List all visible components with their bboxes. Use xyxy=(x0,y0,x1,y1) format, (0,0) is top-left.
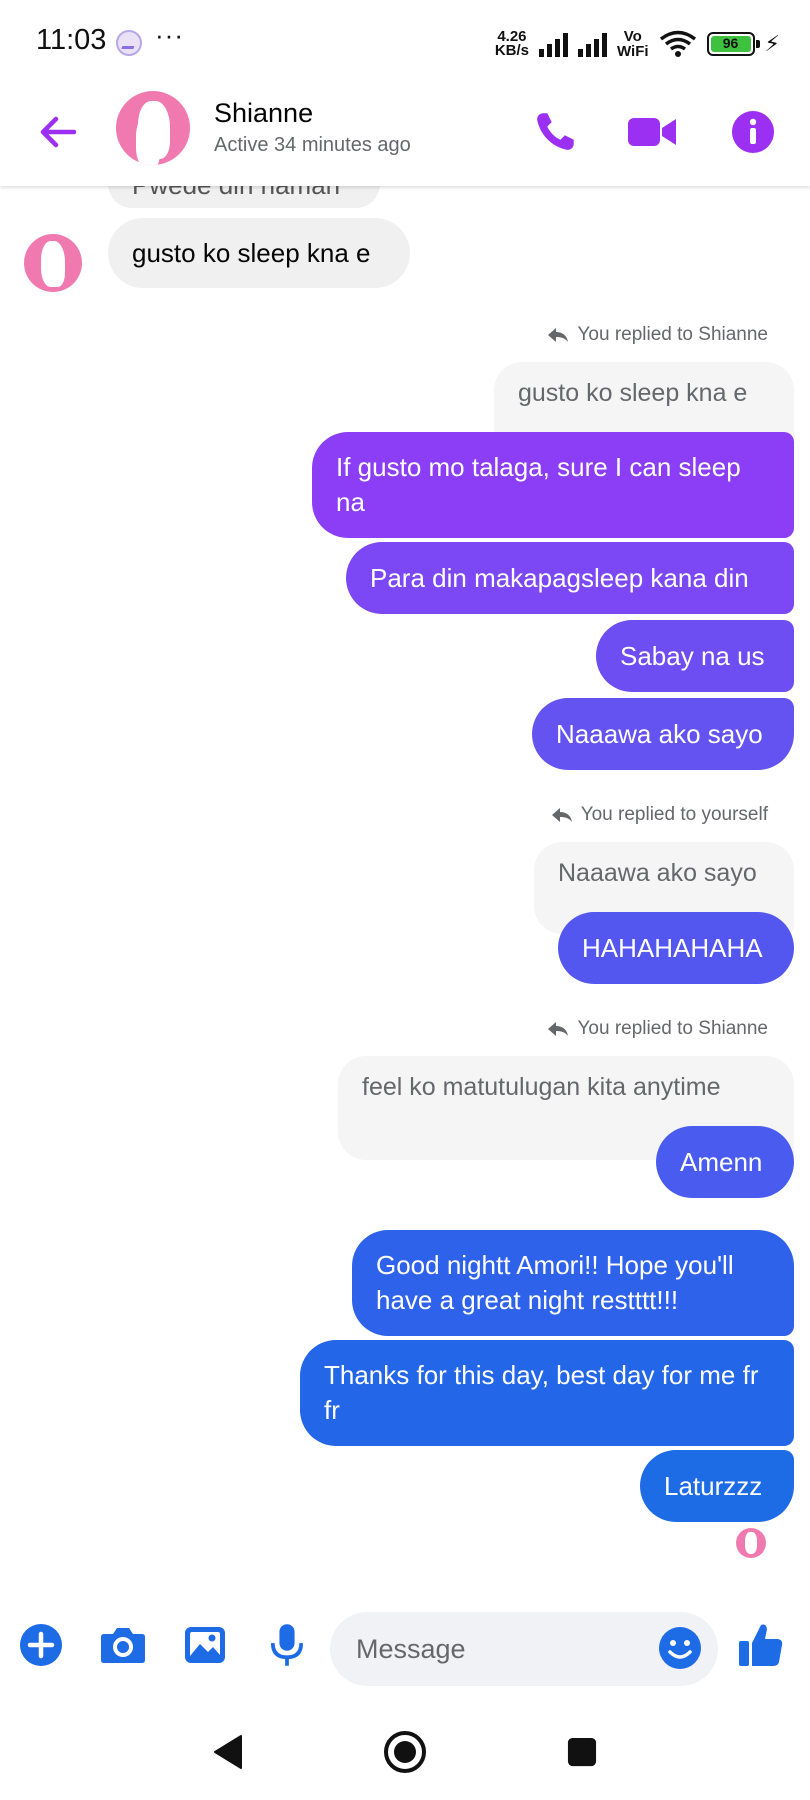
add-button[interactable] xyxy=(16,1620,66,1670)
nav-back-button[interactable] xyxy=(200,1724,256,1780)
camera-icon xyxy=(101,1628,145,1663)
reply-arrow-icon xyxy=(548,328,569,342)
status-indicators: 4.26 KB/s Vo WiFi 96 ⚡ xyxy=(495,24,780,64)
message-incoming-partial[interactable]: Pwede din naman xyxy=(108,186,380,208)
reply-indicator: You replied to yourself xyxy=(551,804,768,826)
like-button[interactable] xyxy=(736,1620,786,1670)
reply-indicator: You replied to Shianne xyxy=(547,324,768,346)
seen-indicator-avatar xyxy=(736,1528,766,1558)
charging-icon: ⚡ xyxy=(764,31,780,56)
nav-recents-button[interactable] xyxy=(554,1724,610,1780)
vowifi-indicator: Vo WiFi xyxy=(617,28,649,60)
back-button[interactable] xyxy=(34,108,82,156)
contact-avatar-small[interactable] xyxy=(24,234,82,292)
gallery-button[interactable] xyxy=(180,1620,230,1670)
message-outgoing[interactable]: HAHAHAHAHA xyxy=(558,912,794,984)
wifi-icon xyxy=(659,30,697,58)
arrow-left-icon xyxy=(40,116,77,148)
contact-name[interactable]: Shianne xyxy=(214,98,313,129)
contact-status: Active 34 minutes ago xyxy=(214,134,411,156)
call-button[interactable] xyxy=(527,104,583,160)
message-incoming[interactable]: gusto ko sleep kna e xyxy=(108,218,410,288)
back-triangle-icon xyxy=(214,1735,242,1769)
contact-avatar[interactable] xyxy=(116,91,190,165)
reply-arrow-icon xyxy=(551,808,572,822)
home-circle-icon xyxy=(384,1731,426,1773)
message-outgoing[interactable]: If gusto mo talaga, sure I can sleep na xyxy=(312,432,794,538)
message-outgoing[interactable]: Sabay na us xyxy=(596,620,794,692)
system-nav-bar xyxy=(0,1700,810,1800)
microphone-icon xyxy=(270,1624,304,1666)
network-speed: 4.26 KB/s xyxy=(494,28,530,59)
thumbs-up-icon xyxy=(739,1624,783,1666)
plus-icon xyxy=(20,1624,62,1666)
message-outgoing[interactable]: Para din makapagsleep kana din xyxy=(346,542,794,614)
voice-button[interactable] xyxy=(262,1620,312,1670)
message-outgoing[interactable]: Good nightt Amori!! Hope you'll have a g… xyxy=(352,1230,794,1336)
camera-button[interactable] xyxy=(98,1620,148,1670)
message-outgoing[interactable]: Laturzzz xyxy=(640,1450,794,1522)
message-outgoing[interactable]: Thanks for this day, best day for me fr … xyxy=(300,1340,794,1446)
info-icon xyxy=(732,111,774,153)
message-list[interactable]: Pwede din naman gusto ko sleep kna e You… xyxy=(0,186,810,1576)
battery-icon: 96 xyxy=(706,32,760,56)
video-call-button[interactable] xyxy=(624,104,680,160)
reply-indicator: You replied to Shianne xyxy=(547,1018,768,1040)
status-time: 11:03 xyxy=(36,24,107,56)
nav-home-button[interactable] xyxy=(377,1724,433,1780)
status-bar: 11:03 ··· 4.26 KB/s Vo WiFi 96 ⚡ xyxy=(0,0,810,86)
phone-icon xyxy=(537,113,574,150)
signal-2-icon xyxy=(578,31,608,57)
recents-square-icon xyxy=(567,1737,597,1767)
video-camera-icon xyxy=(628,118,676,146)
emoji-icon xyxy=(659,1627,701,1669)
chat-header: Shianne Active 34 minutes ago xyxy=(0,86,810,186)
emoji-button[interactable] xyxy=(658,1626,704,1672)
messenger-notification-icon xyxy=(116,30,142,56)
signal-1-icon xyxy=(539,31,569,57)
info-button[interactable] xyxy=(725,104,781,160)
more-notifications-icon: ··· xyxy=(155,20,184,50)
message-composer xyxy=(0,1600,810,1690)
image-icon xyxy=(185,1627,225,1663)
message-outgoing[interactable]: Amenn xyxy=(656,1126,794,1198)
message-outgoing[interactable]: Naaawa ako sayo xyxy=(532,698,794,770)
reply-arrow-icon xyxy=(548,1022,569,1036)
